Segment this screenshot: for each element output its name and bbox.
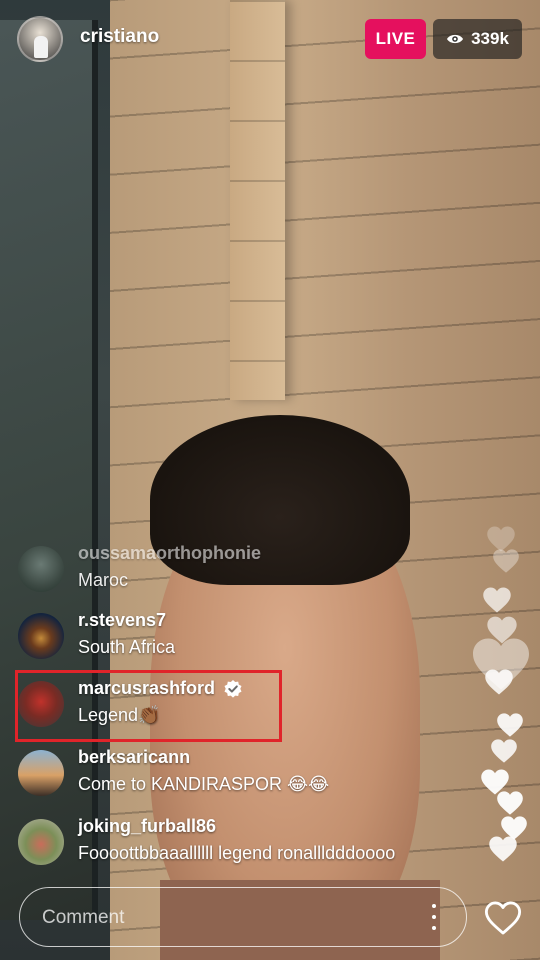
comment-text: Maroc — [78, 570, 129, 590]
live-badge: LIVE — [365, 19, 426, 59]
heart-icon — [497, 791, 523, 815]
comment-item: berksaricann Come to KANDIRASPOR 😂😂 — [18, 746, 488, 802]
comment-input[interactable]: Comment — [19, 887, 467, 947]
heart-icon[interactable] — [484, 900, 522, 936]
heart-icon — [491, 739, 517, 763]
commenter-avatar[interactable] — [18, 613, 64, 659]
commenter-avatar[interactable] — [18, 750, 64, 796]
viewer-count: 339k — [471, 29, 509, 48]
heart-icon — [483, 587, 511, 613]
streamer-avatar[interactable] — [17, 16, 63, 62]
floating-hearts — [470, 500, 540, 880]
highlight-annotation-box — [15, 670, 282, 742]
heart-icon — [493, 549, 519, 573]
live-header: cristiano LIVE 339k — [0, 0, 540, 80]
comment-text: Come to KANDIRASPOR 😂😂 — [78, 774, 330, 794]
comment-item: oussamaorthophonie Maroc — [18, 542, 488, 598]
comment-placeholder: Comment — [42, 907, 125, 928]
heart-icon — [497, 713, 523, 737]
heart-icon — [489, 836, 517, 862]
commenter-username[interactable]: joking_furball86 — [78, 816, 216, 837]
comment-text: South Africa — [78, 637, 176, 657]
commenter-username[interactable]: r.stevens7 — [78, 610, 166, 631]
streamer-username[interactable]: cristiano — [80, 26, 159, 48]
eye-icon — [447, 34, 464, 44]
commenter-username[interactable]: oussamaorthophonie — [78, 543, 261, 564]
commenter-username[interactable]: berksaricann — [78, 747, 190, 768]
more-options-icon[interactable] — [422, 904, 446, 930]
comment-text: Foooottbbaaallllll legend ronallldddoooo — [78, 843, 396, 863]
comment-item: r.stevens7 South Africa — [18, 609, 488, 665]
commenter-avatar[interactable] — [18, 819, 64, 865]
viewer-count-badge[interactable]: 339k — [433, 19, 522, 59]
heart-icon — [485, 669, 513, 695]
commenter-avatar[interactable] — [18, 546, 64, 592]
comment-item: joking_furball86 Foooottbbaaallllll lege… — [18, 815, 488, 871]
